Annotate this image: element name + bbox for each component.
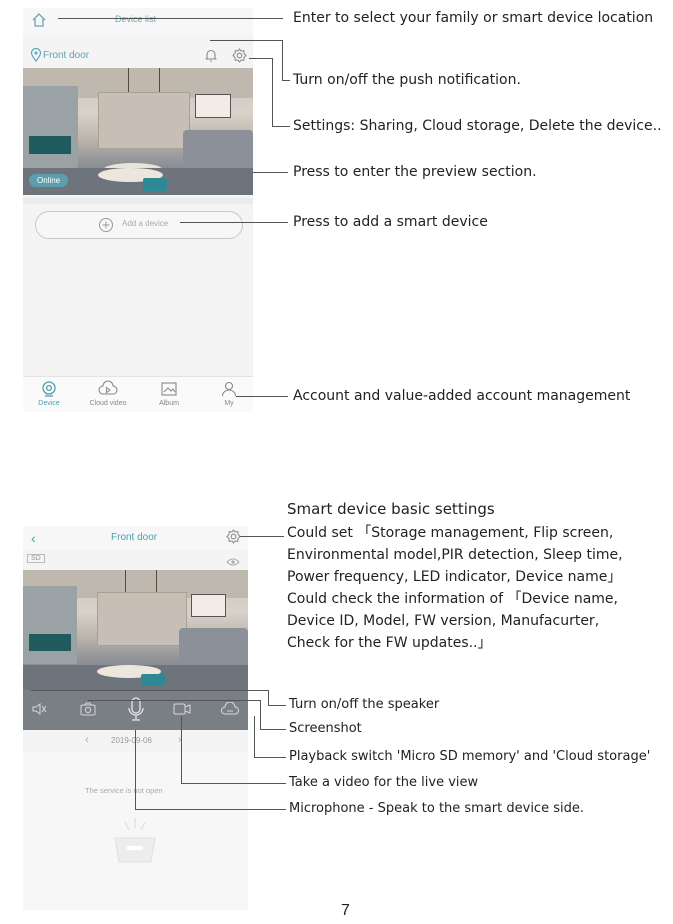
video-room-sofa [179,628,248,670]
leader-line-screenshot-h [88,700,260,701]
annotation-add-device: Press to add a smart device [293,214,488,230]
annotation-basic-lines: Could set 「Storage management, Flip scre… [287,522,623,654]
speaker-icon[interactable] [31,702,47,716]
leader-line-screenshot-v [260,700,261,729]
album-icon [161,382,177,396]
video-record-icon[interactable] [173,702,191,716]
video-control-bar [23,690,248,730]
room-left-wall-panel [23,86,78,168]
annotation-preview: Press to enter the preview section. [293,164,537,180]
annotation-basic-title: Smart device basic settings [287,500,495,518]
camera-preview[interactable]: Online [23,68,253,195]
basic-line-6: Check for the FW updates..」 [287,635,492,651]
basic-line-1: Could set 「Storage management, Flip scre… [287,525,614,541]
cloud-play-icon [98,380,118,395]
add-device-button[interactable]: Add a device [35,211,243,239]
nav-item-device[interactable]: Device [31,380,67,407]
nav-label-cloud-video: Cloud video [89,400,127,407]
prev-date-chevron-icon[interactable]: ‹ [85,734,89,746]
sd-row: SD [23,552,248,568]
nav-label-my: My [224,400,234,407]
header-bar: Device list [23,8,253,36]
device-name-row: Front door [23,47,253,66]
video-room-teal-stool [141,674,165,686]
basic-line-4: Could check the information of 「Device n… [287,591,618,607]
annotation-playback: Playback switch 'Micro SD memory' and 'C… [289,749,651,764]
leader-line-3-end [272,126,290,127]
room-back-wall [98,92,190,149]
leader-line-playback-v [254,716,255,757]
nav-label-device: Device [38,400,60,407]
date-label: 2019-09-06 [111,736,152,745]
screenshot-camera-icon[interactable] [80,702,96,716]
leader-line-screenshot-end [260,729,286,730]
add-device-label: Add a device [122,219,169,228]
device-preview-screen: ‹ Front door SD ‹ 2019-09-06 › The servi… [23,526,248,910]
nav-label-album: Album [159,400,179,407]
nav-item-album[interactable]: Album [151,380,187,407]
plus-circle-icon [98,217,114,233]
annotation-account: Account and value-added account manageme… [293,388,631,404]
basic-line-5: Device ID, Model, FW version, Manufacurt… [287,613,600,629]
leader-line-3-drop [272,58,273,126]
nav-item-cloud-video[interactable]: Cloud video [85,380,131,407]
video-room-left-wall-panel [23,586,77,664]
leader-line-video-v [181,716,182,783]
leader-line-speaker-v [268,690,269,705]
preview-title: Front door [111,532,158,543]
annotation-push-notification: Turn on/off the push notification. [293,72,521,88]
leader-line-2-end [282,80,290,81]
annotation-settings: Settings: Sharing, Cloud storage, Delete… [293,118,662,134]
basic-line-3: Power frequency, LED indicator, Device n… [287,569,622,585]
leader-line-basic [240,536,284,537]
device-list-screen: Device list Front door Online Add a devi… [23,8,253,412]
leader-line-video-end [181,783,286,784]
annotation-microphone: Microphone - Speak to the smart device s… [289,801,584,816]
preview-header: ‹ Front door [23,526,248,550]
page-number: 7 [341,902,350,919]
leader-line-1 [58,18,283,19]
video-room-back-wall [97,592,187,646]
leader-line-4 [253,172,288,173]
video-room-tv-cabinet [29,634,71,651]
leader-line-2-vert [210,40,282,41]
leader-line-speaker-h [31,690,268,691]
gear-icon[interactable] [232,48,247,63]
leader-line-playback-end [254,757,286,758]
leader-line-5 [180,222,288,223]
video-room-wall-art [191,594,226,617]
room-stool-front [143,178,167,191]
basic-line-2: Environmental model,PIR detection, Sleep… [287,547,623,563]
eye-icon[interactable] [226,554,240,566]
cloud-playback-icon[interactable] [220,701,240,716]
online-badge: Online [29,174,69,187]
live-video-view[interactable] [23,570,248,690]
device-name[interactable]: Front door [43,50,89,61]
page-title[interactable]: Device list [115,14,156,24]
leader-line-mic-end [135,809,286,810]
location-pin-icon [30,47,42,62]
empty-box-icon [107,816,163,866]
room-tv-cabinet [29,136,71,154]
service-message: The service is not open [85,786,163,795]
annotation-screenshot: Screenshot [289,721,362,736]
leader-line-mic-v [135,730,136,809]
bell-icon[interactable] [204,48,218,63]
leader-line-6 [236,396,288,397]
leader-line-3-top [249,58,273,59]
leader-line-speaker-end [268,705,286,706]
leader-line-2-drop [282,40,283,80]
section-divider [23,198,253,204]
back-chevron-icon[interactable]: ‹ [31,530,36,546]
annotation-device-list: Enter to select your family or smart dev… [293,10,654,26]
annotation-video: Take a video for the live view [289,775,479,790]
nav-item-my[interactable]: My [211,380,247,407]
sd-badge: SD [27,554,45,563]
annotation-speaker: Turn on/off the speaker [289,697,440,712]
settings-gear-icon[interactable] [226,529,241,544]
room-wall-art [195,94,231,118]
bottom-nav: Device Cloud video Album My [23,376,253,412]
camera-icon [42,381,56,397]
home-icon[interactable] [31,12,47,28]
